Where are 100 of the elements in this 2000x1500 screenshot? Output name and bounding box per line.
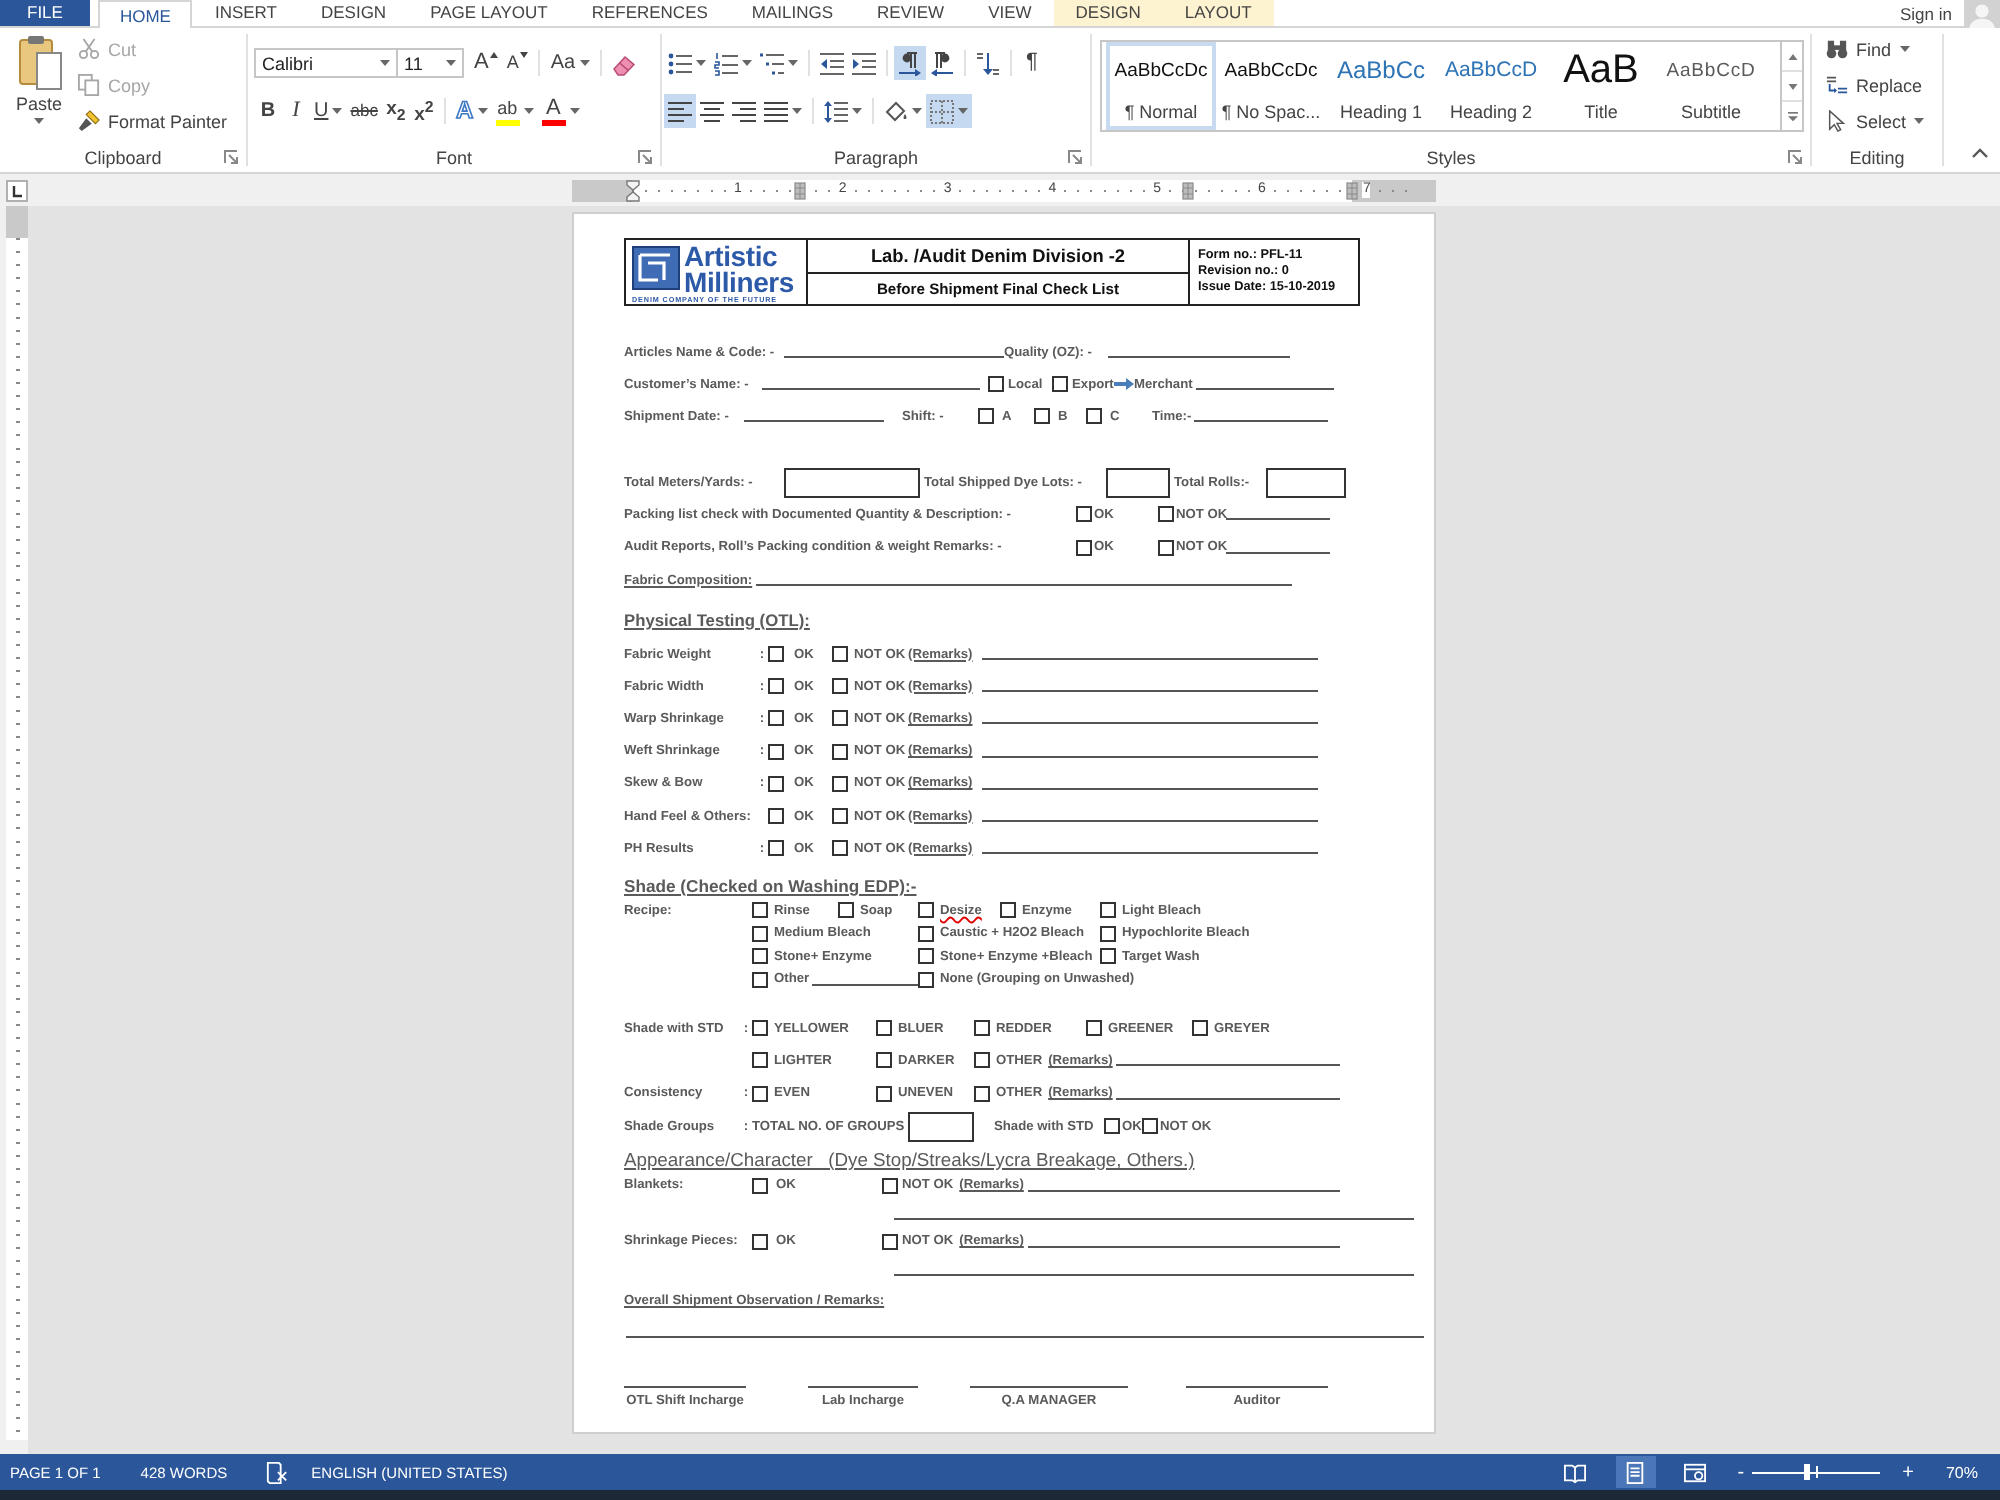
down-triangle-icon[interactable]: [1787, 83, 1797, 89]
caret-icon[interactable]: [477, 108, 488, 114]
checkbox[interactable]: [832, 710, 848, 727]
checkbox[interactable]: [978, 408, 994, 424]
checkbox[interactable]: [876, 1052, 892, 1069]
line-spacing-icon[interactable]: [824, 99, 848, 123]
zoom-level-button[interactable]: 70%: [1943, 1456, 1980, 1488]
slider-thumb[interactable]: [1804, 1464, 1811, 1480]
sign-in-link[interactable]: Sign in: [1900, 0, 1952, 26]
column-marker-icon[interactable]: [794, 181, 806, 199]
font-color-button[interactable]: A: [537, 94, 584, 128]
ribbon-tab[interactable]: VIEW: [966, 0, 1054, 26]
launcher-icon[interactable]: [224, 150, 238, 164]
ribbon-tab[interactable]: DESIGN: [298, 0, 409, 26]
font-size-field[interactable]: 11: [396, 48, 464, 78]
checkbox[interactable]: [1052, 376, 1068, 392]
superscript-button[interactable]: x$^{2}$: [409, 94, 438, 128]
caret-icon[interactable]: [579, 60, 590, 66]
paintbrush-icon[interactable]: [78, 110, 100, 132]
checkbox[interactable]: [768, 743, 784, 760]
checkbox[interactable]: [1158, 506, 1174, 523]
checkbox[interactable]: [1086, 1020, 1102, 1037]
ribbon-tab[interactable]: INSERT: [192, 0, 299, 26]
caret-icon[interactable]: [852, 108, 862, 114]
caret-icon[interactable]: [742, 60, 752, 66]
caret-icon[interactable]: [792, 108, 802, 114]
ribbon-tab[interactable]: MAILINGS: [729, 0, 856, 26]
checkbox[interactable]: [768, 646, 784, 663]
justify-lines-icon[interactable]: [764, 99, 788, 123]
caret-icon[interactable]: [788, 60, 798, 66]
grow-font-button[interactable]: A: [470, 46, 503, 80]
checkbox[interactable]: [752, 925, 768, 942]
find-button[interactable]: Find: [1820, 32, 1942, 66]
checkbox[interactable]: [752, 1052, 768, 1069]
bullet-list-icon[interactable]: [668, 51, 692, 75]
style-option[interactable]: AaBbCcD Subtitle: [1656, 42, 1766, 130]
checkbox[interactable]: [918, 971, 934, 988]
checkbox[interactable]: [882, 1233, 898, 1250]
highlight-button[interactable]: ab: [491, 94, 538, 128]
subscript-button[interactable]: x$_{2}$: [381, 94, 410, 128]
text-effects-button[interactable]: A: [451, 94, 492, 128]
binoculars-icon[interactable]: [1826, 38, 1848, 60]
checkbox[interactable]: [1034, 408, 1050, 424]
ribbon-tab[interactable]: HOME: [97, 0, 193, 28]
strikethrough-button[interactable]: abc: [346, 94, 382, 128]
checkbox[interactable]: [768, 775, 784, 792]
border-grid-icon[interactable]: [930, 99, 954, 123]
checkbox[interactable]: [1100, 925, 1116, 942]
caret-icon[interactable]: [523, 108, 534, 114]
shrink-font-button[interactable]: A: [502, 46, 533, 80]
lines-arrow-icon[interactable]: [1826, 74, 1848, 96]
caret-icon[interactable]: [446, 60, 456, 66]
up-triangle-icon[interactable]: [490, 52, 499, 58]
column-marker-icon[interactable]: [1182, 181, 1194, 199]
checkbox[interactable]: [768, 840, 784, 857]
checkbox[interactable]: [752, 971, 768, 988]
caret-icon[interactable]: [1914, 118, 1925, 124]
checkbox[interactable]: [752, 1085, 768, 1102]
open-book-icon[interactable]: [1564, 1461, 1587, 1483]
zoom-in-button[interactable]: +: [1900, 1456, 1916, 1488]
checkbox[interactable]: [882, 1177, 898, 1194]
checkbox[interactable]: [918, 948, 934, 965]
page-icon[interactable]: [1624, 1461, 1647, 1483]
ribbon-tab[interactable]: DESIGN: [1053, 0, 1163, 26]
checkbox[interactable]: [832, 840, 848, 857]
checkbox[interactable]: [752, 902, 768, 919]
checkbox[interactable]: [1076, 506, 1092, 523]
style-option[interactable]: AaBbCc Heading 1: [1326, 42, 1436, 130]
launcher-icon[interactable]: [1068, 150, 1082, 164]
down-triangle-icon[interactable]: [520, 52, 529, 58]
checkbox[interactable]: [768, 808, 784, 825]
caret-icon[interactable]: [34, 118, 44, 124]
checkbox[interactable]: [768, 710, 784, 727]
checkbox[interactable]: [832, 743, 848, 760]
checkbox[interactable]: [1142, 1118, 1158, 1135]
launcher-icon[interactable]: [1788, 150, 1802, 164]
column-marker-icon[interactable]: [1346, 181, 1358, 199]
caret-icon[interactable]: [569, 108, 580, 114]
checkbox[interactable]: [832, 808, 848, 825]
checkbox[interactable]: [1100, 902, 1116, 919]
book-cross-icon[interactable]: [265, 1461, 288, 1483]
style-option[interactable]: AaBbCcD Heading 2: [1436, 42, 1546, 130]
checkbox[interactable]: [876, 1020, 892, 1037]
checkbox[interactable]: [974, 1052, 990, 1069]
show-marks-button[interactable]: ¶: [1018, 46, 1046, 80]
style-option[interactable]: AaBbCcDc ¶ Normal: [1106, 42, 1216, 130]
bar-triangle-icon[interactable]: [1787, 111, 1797, 121]
checkbox[interactable]: [752, 1177, 768, 1194]
checkbox[interactable]: [1158, 539, 1174, 556]
checkbox[interactable]: [752, 948, 768, 965]
multilevel-list-icon[interactable]: [760, 51, 784, 75]
checkbox[interactable]: [918, 925, 934, 942]
checkbox[interactable]: [768, 678, 784, 695]
pointer-arrow-icon[interactable]: [1826, 110, 1848, 132]
checkbox[interactable]: [832, 678, 848, 695]
caret-icon[interactable]: [1899, 46, 1910, 52]
format-painter-button[interactable]: Format Painter: [72, 104, 234, 138]
numbered-list-icon[interactable]: [714, 51, 738, 75]
checkbox[interactable]: [838, 902, 854, 919]
up-triangle-icon[interactable]: [1787, 53, 1797, 59]
